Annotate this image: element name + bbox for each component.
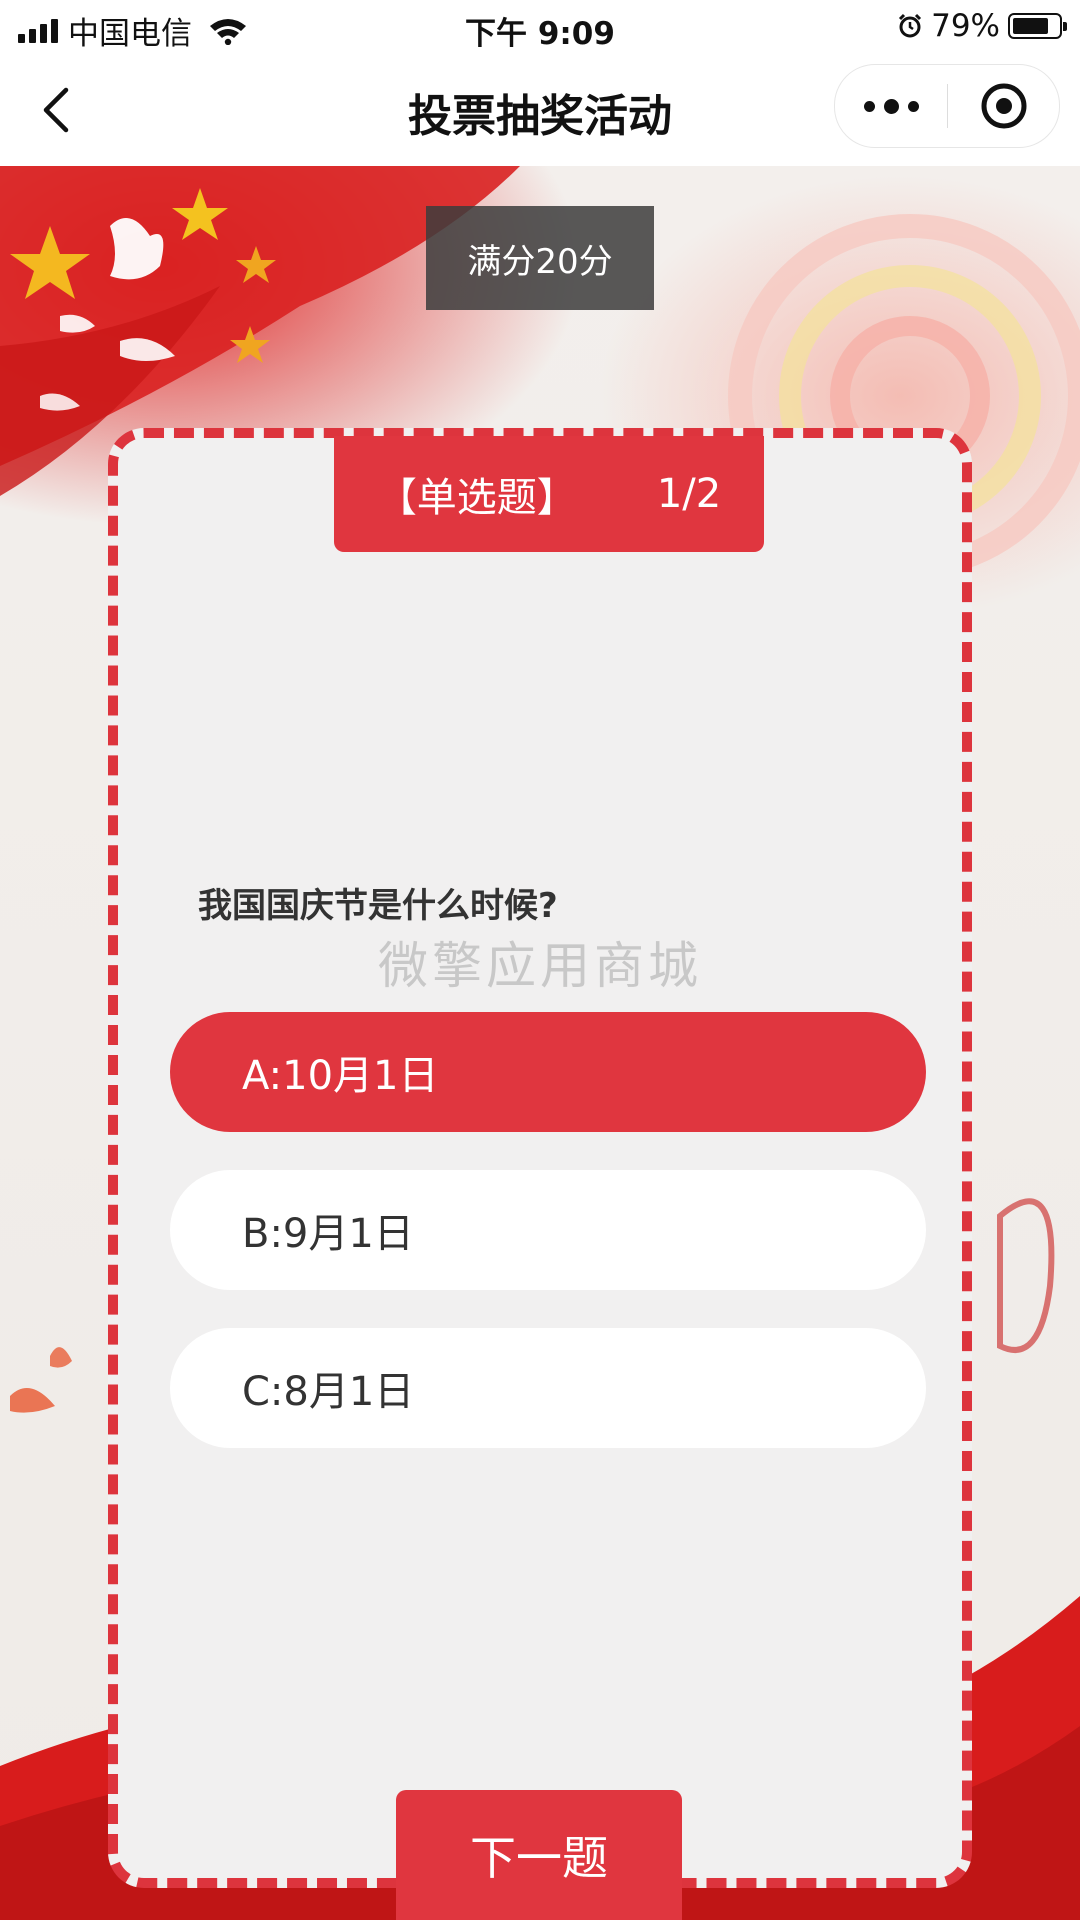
status-bar: 中国电信 下午 9:09 79%	[0, 0, 1080, 54]
question-header: 【单选题】 1/2	[334, 436, 764, 552]
full-score-badge: 满分20分	[426, 206, 654, 310]
question-type-label: 【单选题】	[376, 475, 577, 521]
mini-program-capsule	[834, 64, 1060, 148]
option-a[interactable]: A:10月1日	[170, 1012, 926, 1132]
target-close-icon[interactable]	[948, 65, 1059, 147]
question-progress: 1/2	[656, 471, 722, 517]
option-label: A:10月1日	[242, 1053, 439, 1099]
more-dots-icon[interactable]	[835, 65, 947, 147]
battery-percent: 79%	[931, 8, 1000, 44]
question-text: 我国国庆节是什么时候?	[198, 886, 558, 926]
option-b[interactable]: B:9月1日	[170, 1170, 926, 1290]
nav-bar: 投票抽奖活动	[0, 54, 1080, 166]
battery-fill	[1013, 18, 1048, 34]
option-label: B:9月1日	[242, 1211, 414, 1257]
battery-icon	[1008, 13, 1067, 39]
next-question-button[interactable]: 下一题	[396, 1790, 682, 1920]
option-label: C:8月1日	[242, 1369, 415, 1415]
option-c[interactable]: C:8月1日	[170, 1328, 926, 1448]
question-card: 【单选题】 1/2 我国国庆节是什么时候? A:10月1日 B:9月1日 C:8…	[108, 428, 972, 1888]
quiz-content: 满分20分 【单选题】 1/2 我国国庆节是什么时候? A:10月1日 B:9月…	[0, 166, 1080, 1920]
status-right: 79%	[897, 8, 1067, 44]
alarm-icon	[899, 13, 922, 38]
